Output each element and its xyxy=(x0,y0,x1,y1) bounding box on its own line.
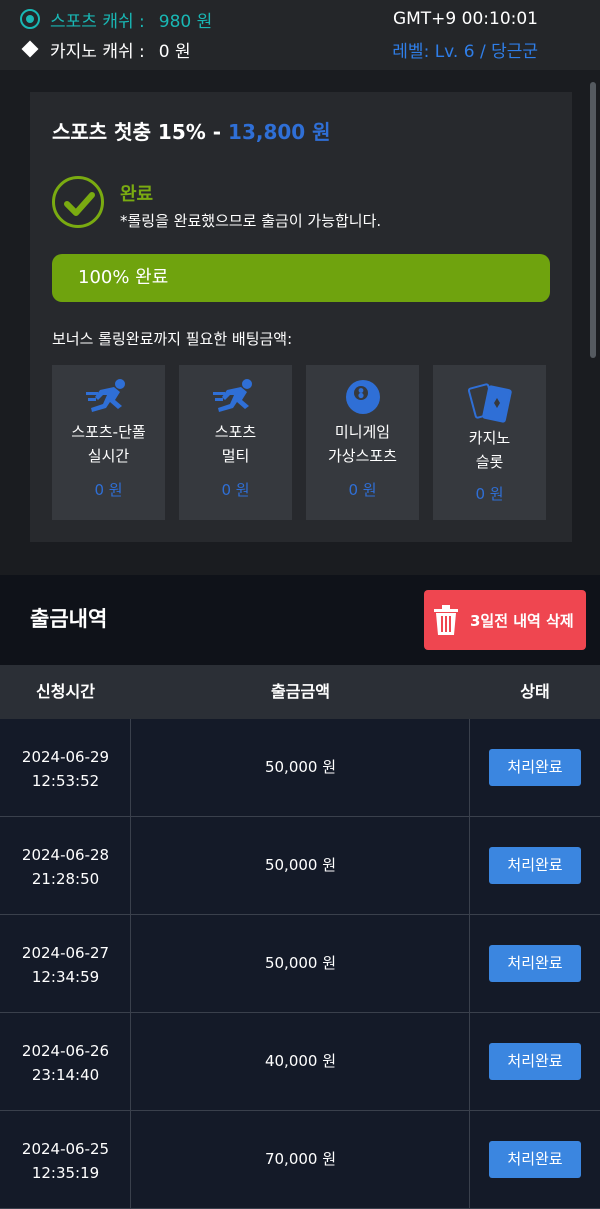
withdrawal-table-body: 2024-06-29 12:53:52 50,000 원 처리완료 2024-06… xyxy=(0,719,600,1209)
runner-icon xyxy=(179,377,292,417)
delete-history-label: 3일전 내역 삭제 xyxy=(470,611,574,630)
request-datetime: 2024-06-25 12:35:19 xyxy=(0,1137,131,1185)
withdrawal-amount: 40,000 원 xyxy=(264,1052,337,1070)
top-bar: 스포츠 캐쉬 : 980 원 카지노 캐쉬 : 0 원 GMT+9 00:10:… xyxy=(0,0,600,70)
request-time: 12:35:19 xyxy=(31,1164,100,1182)
request-time: 12:34:59 xyxy=(31,968,100,986)
cell-amount: 70,000 원 xyxy=(131,1111,470,1208)
tile-sports-multi: 스포츠 멀티 0 원 xyxy=(179,365,292,520)
status-button[interactable]: 처리완료 xyxy=(489,847,581,884)
cell-amount: 50,000 원 xyxy=(131,719,470,816)
tile-label-line2: 실시간 xyxy=(87,447,130,465)
runner-icon xyxy=(52,377,165,417)
delete-history-button[interactable]: 3일전 내역 삭제 xyxy=(424,590,586,650)
clock: GMT+9 00:10:01 xyxy=(392,9,538,29)
complete-label: 완료 xyxy=(120,184,154,205)
cell-status: 처리완료 xyxy=(470,1111,600,1208)
tile-label-line1: 스포츠 xyxy=(214,423,257,441)
cell-status: 처리완료 xyxy=(470,817,600,914)
check-circle-icon xyxy=(52,176,104,228)
cell-time: 2024-06-29 12:53:52 xyxy=(0,719,131,816)
withdrawal-title: 출금내역 xyxy=(30,607,108,631)
tile-value: 0 원 xyxy=(348,481,377,499)
withdrawal-amount: 70,000 원 xyxy=(264,1150,337,1168)
sports-cash-row: 스포츠 캐쉬 : 980 원 xyxy=(20,6,212,32)
cell-status: 처리완료 xyxy=(470,1013,600,1110)
rolling-progress-bar: 100% 완료 xyxy=(52,254,550,302)
status-button[interactable]: 처리완료 xyxy=(489,1043,581,1080)
request-time: 12:53:52 xyxy=(31,772,100,790)
casino-cash-label: 카지노 캐쉬 : xyxy=(50,41,145,62)
column-header-amount: 출금금액 xyxy=(271,682,330,701)
cell-time: 2024-06-25 12:35:19 xyxy=(0,1111,131,1208)
column-header-status: 상태 xyxy=(520,682,550,701)
progress-label: 100% 완료 xyxy=(78,267,169,288)
cell-status: 처리완료 xyxy=(470,915,600,1012)
withdrawal-amount: 50,000 원 xyxy=(264,954,337,972)
cell-time: 2024-06-28 21:28:50 xyxy=(0,817,131,914)
level-link[interactable]: 레벨: Lv. 6 / 당근군 xyxy=(392,36,538,62)
tile-casino: 카지노 슬롯 0 원 xyxy=(433,365,546,520)
bonus-title-text: 스포츠 첫충 15% - xyxy=(52,120,222,144)
column-header-time: 신청시간 xyxy=(36,682,95,701)
request-datetime: 2024-06-26 23:14:40 xyxy=(0,1039,131,1087)
request-time: 23:14:40 xyxy=(31,1066,100,1084)
tile-label-line2: 멀티 xyxy=(221,447,250,465)
cell-status: 처리완료 xyxy=(470,719,600,816)
cell-time: 2024-06-27 12:34:59 xyxy=(0,915,131,1012)
table-row: 2024-06-28 21:28:50 50,000 원 처리완료 xyxy=(0,817,600,915)
tile-label-line2: 슬롯 xyxy=(475,453,504,471)
cell-amount: 40,000 원 xyxy=(131,1013,470,1110)
trash-icon xyxy=(434,605,458,635)
table-row: 2024-06-26 23:14:40 40,000 원 처리완료 xyxy=(0,1013,600,1111)
cell-amount: 50,000 원 xyxy=(131,817,470,914)
tile-label-line1: 카지노 xyxy=(468,429,511,447)
tile-label-line1: 스포츠-단폴 xyxy=(71,423,146,441)
table-header: 신청시간 출금금액 상태 xyxy=(0,665,600,719)
diamond-icon xyxy=(21,40,39,58)
withdrawal-header: 출금내역 3일전 내역 삭제 xyxy=(0,575,600,665)
casino-cash-row: 카지노 캐쉬 : 0 원 xyxy=(20,36,191,62)
request-date: 2024-06-29 xyxy=(21,748,110,766)
tile-sports-single: 스포츠-단폴 실시간 0 원 xyxy=(52,365,165,520)
soccer-ball-icon xyxy=(20,9,40,29)
request-datetime: 2024-06-28 21:28:50 xyxy=(0,843,131,891)
bonus-card: 스포츠 첫충 15% - 13,800 원 완료 *롤링을 완료했으므로 출금이… xyxy=(30,92,572,542)
complete-note: *롤링을 완료했으므로 출금이 가능합니다. xyxy=(120,212,382,230)
sports-cash-label: 스포츠 캐쉬 : xyxy=(50,11,145,32)
bonus-amount: 13,800 원 xyxy=(228,120,331,144)
request-time: 21:28:50 xyxy=(31,870,100,888)
request-datetime: 2024-06-29 12:53:52 xyxy=(0,745,131,793)
casino-cash-value: 0 원 xyxy=(158,41,191,62)
tile-label-line1: 미니게임 xyxy=(334,423,391,441)
status-button[interactable]: 처리완료 xyxy=(489,945,581,982)
table-row: 2024-06-27 12:34:59 50,000 원 처리완료 xyxy=(0,915,600,1013)
tile-minigame: 미니게임 가상스포츠 0 원 xyxy=(306,365,419,520)
tile-label-line2: 가상스포츠 xyxy=(327,447,397,465)
table-row: 2024-06-29 12:53:52 50,000 원 처리완료 xyxy=(0,719,600,817)
tile-value: 0 원 xyxy=(94,481,123,499)
bonus-title: 스포츠 첫충 15% - 13,800 원 xyxy=(52,116,331,145)
required-bet-label: 보너스 롤링완료까지 필요한 배팅금액: xyxy=(52,330,293,348)
table-row: 2024-06-25 12:35:19 70,000 원 처리완료 xyxy=(0,1111,600,1209)
tile-value: 0 원 xyxy=(221,481,250,499)
request-date: 2024-06-27 xyxy=(21,944,110,962)
ball-8-icon xyxy=(306,377,419,417)
request-datetime: 2024-06-27 12:34:59 xyxy=(0,941,131,989)
sports-cash-value: 980 원 xyxy=(158,11,213,32)
request-date: 2024-06-26 xyxy=(21,1042,110,1060)
request-date: 2024-06-25 xyxy=(21,1140,110,1158)
status-button[interactable]: 처리완료 xyxy=(489,1141,581,1178)
withdrawal-amount: 50,000 원 xyxy=(264,758,337,776)
request-date: 2024-06-28 xyxy=(21,846,110,864)
scrollbar[interactable] xyxy=(590,82,596,358)
cell-amount: 50,000 원 xyxy=(131,915,470,1012)
status-button[interactable]: 처리완료 xyxy=(489,749,581,786)
cell-time: 2024-06-26 23:14:40 xyxy=(0,1013,131,1110)
tile-value: 0 원 xyxy=(475,485,504,503)
cards-icon xyxy=(433,379,546,425)
withdrawal-amount: 50,000 원 xyxy=(264,856,337,874)
